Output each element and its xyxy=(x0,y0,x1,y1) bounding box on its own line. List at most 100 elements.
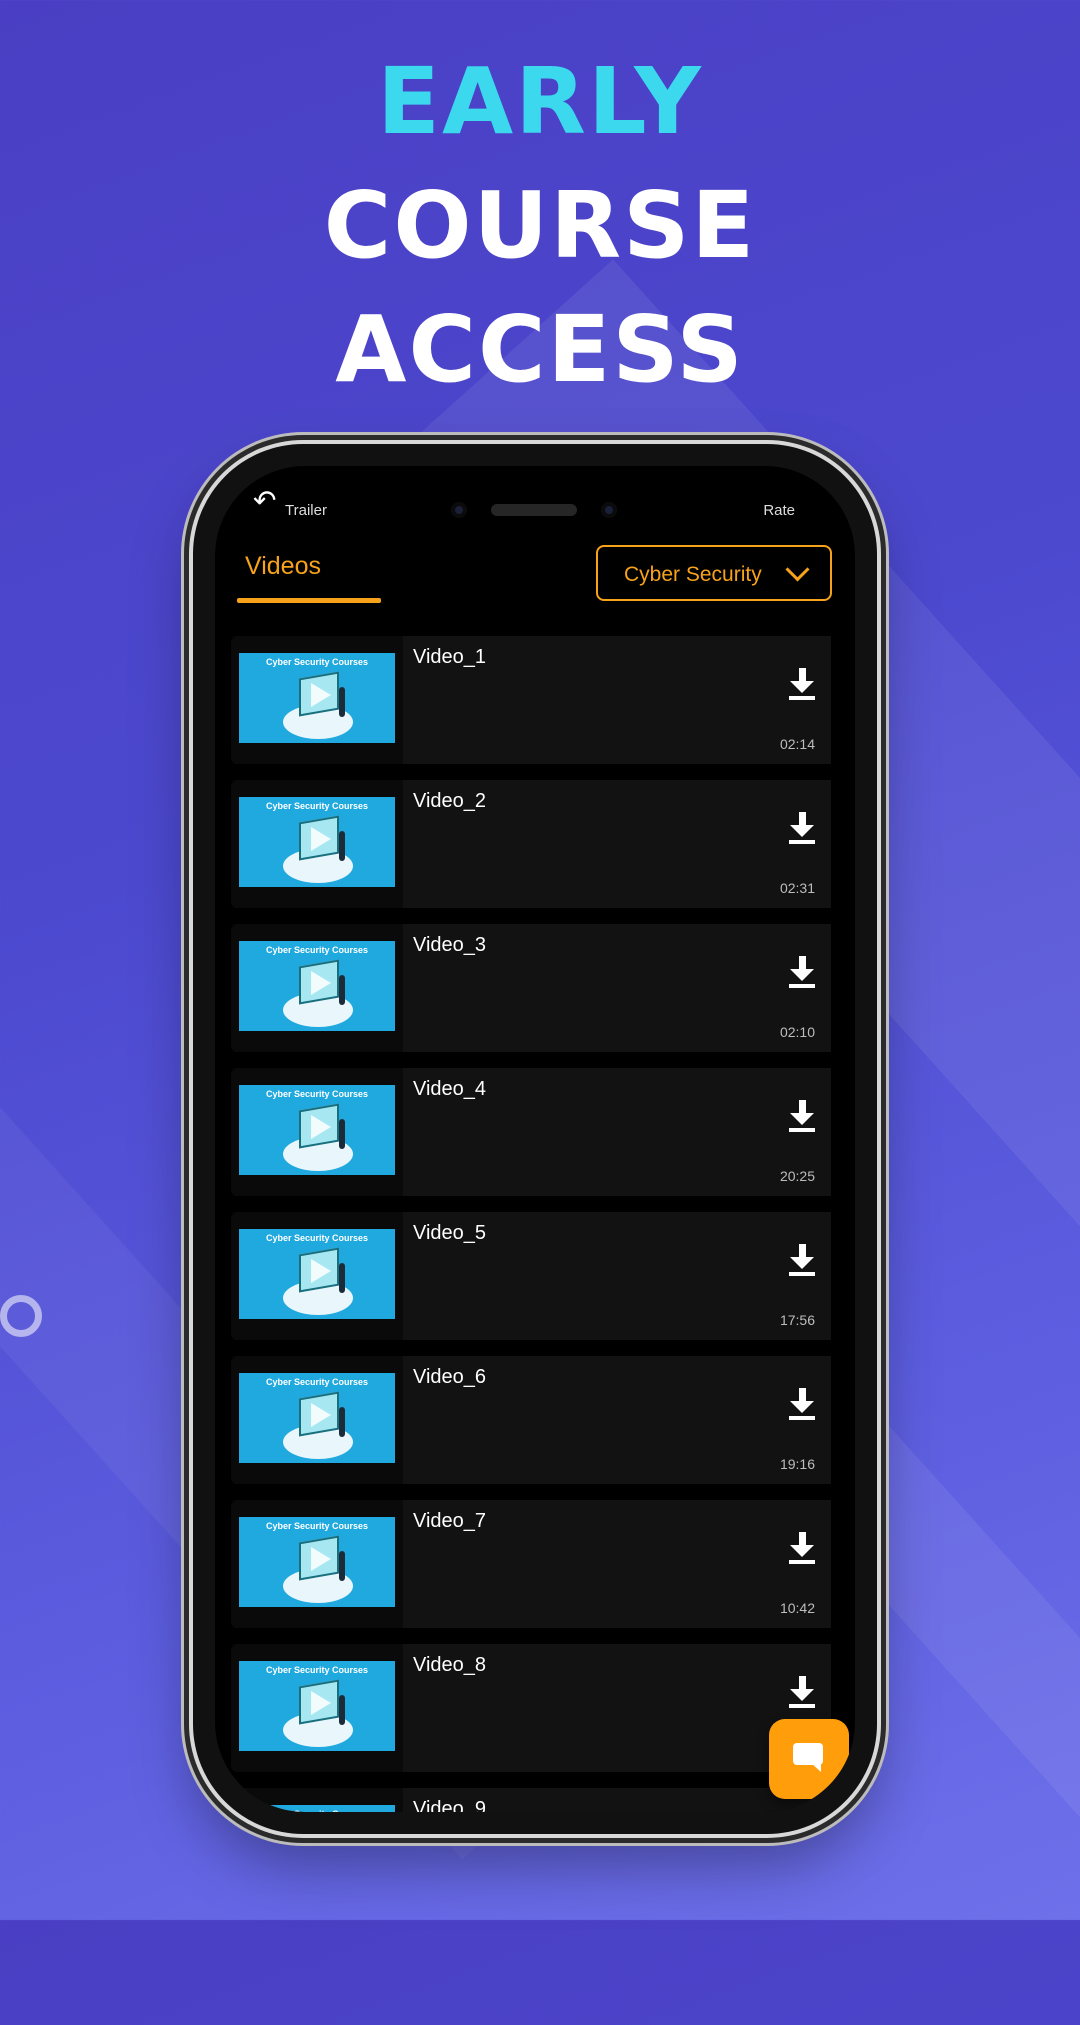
video-info: Video_4 20:25 xyxy=(403,1068,831,1196)
phone-frame: ↶ Trailer Rate Videos Cyber Security Cyb… xyxy=(193,444,877,1834)
download-icon[interactable] xyxy=(787,1244,817,1278)
promo-headline: EARLY COURSE ACCESS xyxy=(0,40,1080,412)
play-icon xyxy=(311,1403,331,1427)
video-title: Video_1 xyxy=(413,646,487,668)
download-icon[interactable] xyxy=(787,668,817,702)
download-icon[interactable] xyxy=(787,1100,817,1134)
video-duration: 19:16 xyxy=(779,1456,815,1472)
headline-line-2: COURSE xyxy=(323,172,757,279)
thumbnail-caption: Cyber Security Courses xyxy=(265,1089,369,1099)
sensor-icon xyxy=(601,502,617,518)
video-list: Cyber Security Courses Video_1 02:14 Cyb… xyxy=(231,636,831,1812)
video-duration: 02:31 xyxy=(779,880,815,896)
download-icon[interactable] xyxy=(787,1676,817,1710)
category-dropdown-label: Cyber Security xyxy=(624,563,762,586)
video-duration: 17:56 xyxy=(779,1312,815,1328)
play-icon xyxy=(311,1691,331,1715)
tab-bar: Videos Cyber Security xyxy=(215,536,855,624)
camera-icon xyxy=(451,502,467,518)
video-duration: 02:10 xyxy=(779,1024,815,1040)
video-thumbnail[interactable]: Cyber Security Courses xyxy=(239,1229,395,1319)
headline-line-1: EARLY xyxy=(377,48,703,155)
video-thumbnail[interactable]: Cyber Security Courses xyxy=(239,1661,395,1751)
video-list-item[interactable]: Cyber Security Courses Video_8 xyxy=(231,1644,831,1772)
decorative-ring xyxy=(0,1295,42,1337)
video-duration: 20:25 xyxy=(779,1168,815,1184)
tab-active-indicator xyxy=(237,598,381,603)
video-thumbnail[interactable]: Cyber Security Courses xyxy=(239,797,395,887)
video-info: Video_1 02:14 xyxy=(403,636,831,764)
video-title: Video_9 xyxy=(413,1798,487,1812)
play-icon xyxy=(311,1115,331,1139)
video-thumbnail[interactable]: Cyber Security Courses xyxy=(239,1085,395,1175)
play-icon xyxy=(311,1547,331,1571)
video-list-item[interactable]: Cyber Security Courses Video_9 xyxy=(231,1788,831,1812)
video-info: Video_6 19:16 xyxy=(403,1356,831,1484)
chat-button[interactable] xyxy=(769,1719,849,1799)
thumbnail-caption: Cyber Security Courses xyxy=(265,945,369,955)
download-icon[interactable] xyxy=(787,956,817,990)
video-title: Video_2 xyxy=(413,790,487,812)
video-info: Video_9 xyxy=(403,1788,831,1812)
earpiece-speaker xyxy=(491,504,577,516)
video-thumbnail[interactable]: Cyber Security Courses xyxy=(239,1805,395,1812)
thumbnail-caption: Cyber Security Courses xyxy=(265,1665,369,1675)
thumbnail-art xyxy=(339,687,345,717)
chat-icon xyxy=(793,1743,823,1765)
video-list-item[interactable]: Cyber Security Courses Video_3 02:10 xyxy=(231,924,831,1052)
video-list-item[interactable]: Cyber Security Courses Video_1 02:14 xyxy=(231,636,831,764)
play-icon xyxy=(311,683,331,707)
video-list-item[interactable]: Cyber Security Courses Video_2 02:31 xyxy=(231,780,831,908)
back-arrow-icon[interactable]: ↶ xyxy=(253,484,276,517)
play-icon xyxy=(311,827,331,851)
thumbnail-art xyxy=(339,1695,345,1725)
thumbnail-caption: Cyber Security Courses xyxy=(265,1233,369,1243)
phone-screen: ↶ Trailer Rate Videos Cyber Security Cyb… xyxy=(215,466,855,1812)
video-title: Video_8 xyxy=(413,1654,487,1676)
thumbnail-caption: Cyber Security Courses xyxy=(265,1377,369,1387)
video-info: Video_2 02:31 xyxy=(403,780,831,908)
thumbnail-art xyxy=(339,831,345,861)
thumbnail-caption: Cyber Security Courses xyxy=(265,657,369,667)
video-list-item[interactable]: Cyber Security Courses Video_6 19:16 xyxy=(231,1356,831,1484)
video-info: Video_3 02:10 xyxy=(403,924,831,1052)
video-info: Video_7 10:42 xyxy=(403,1500,831,1628)
tab-videos[interactable]: Videos xyxy=(245,552,321,581)
chat-icon-tail xyxy=(811,1763,821,1772)
trailer-link[interactable]: Trailer xyxy=(285,502,327,519)
video-list-item[interactable]: Cyber Security Courses Video_4 20:25 xyxy=(231,1068,831,1196)
video-title: Video_4 xyxy=(413,1078,487,1100)
video-duration: 02:14 xyxy=(779,736,815,752)
video-title: Video_7 xyxy=(413,1510,487,1532)
video-title: Video_5 xyxy=(413,1222,487,1244)
thumbnail-caption: Cyber Security Courses xyxy=(265,1521,369,1531)
video-thumbnail[interactable]: Cyber Security Courses xyxy=(239,1517,395,1607)
video-list-item[interactable]: Cyber Security Courses Video_7 10:42 xyxy=(231,1500,831,1628)
category-dropdown[interactable]: Cyber Security xyxy=(596,545,832,601)
video-thumbnail[interactable]: Cyber Security Courses xyxy=(239,941,395,1031)
play-icon xyxy=(311,1259,331,1283)
video-thumbnail[interactable]: Cyber Security Courses xyxy=(239,1373,395,1463)
download-icon[interactable] xyxy=(787,1388,817,1422)
rate-link[interactable]: Rate xyxy=(763,502,795,519)
thumbnail-art xyxy=(339,1119,345,1149)
download-icon[interactable] xyxy=(787,1532,817,1566)
video-thumbnail[interactable]: Cyber Security Courses xyxy=(239,653,395,743)
thumbnail-art xyxy=(339,975,345,1005)
chevron-down-icon xyxy=(785,557,810,582)
headline-line-3: ACCESS xyxy=(335,296,745,403)
video-duration: 10:42 xyxy=(779,1600,815,1616)
video-title: Video_6 xyxy=(413,1366,487,1388)
thumbnail-caption: Cyber Security Courses xyxy=(239,1809,395,1812)
top-bar: ↶ Trailer Rate xyxy=(215,466,855,536)
video-list-item[interactable]: Cyber Security Courses Video_5 17:56 xyxy=(231,1212,831,1340)
video-info: Video_8 xyxy=(403,1644,831,1772)
thumbnail-art xyxy=(339,1263,345,1293)
thumbnail-art xyxy=(339,1407,345,1437)
play-icon xyxy=(311,971,331,995)
download-icon[interactable] xyxy=(787,812,817,846)
thumbnail-art xyxy=(339,1551,345,1581)
video-title: Video_3 xyxy=(413,934,487,956)
video-info: Video_5 17:56 xyxy=(403,1212,831,1340)
thumbnail-caption: Cyber Security Courses xyxy=(265,801,369,811)
